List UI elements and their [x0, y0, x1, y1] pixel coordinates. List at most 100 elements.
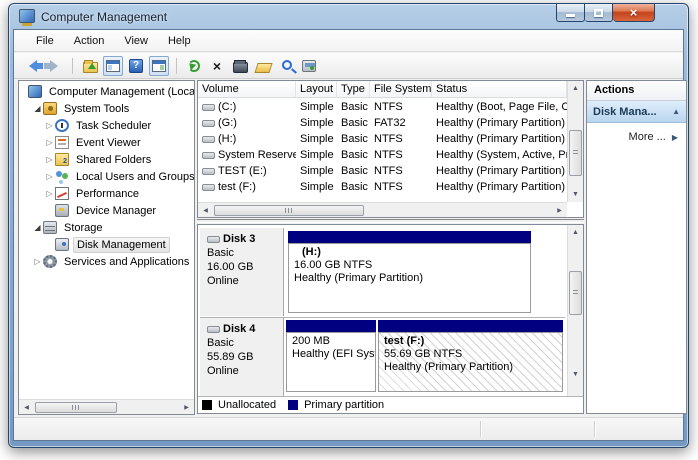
tree-item-computer-management[interactable]: Computer Management (Local): [28, 83, 195, 100]
tree-item-event-viewer[interactable]: ▷ Event Viewer: [44, 134, 144, 151]
tree-item-services-and-applications[interactable]: ▷ Services and Applications: [32, 253, 192, 270]
column-header-layout[interactable]: Layout: [296, 81, 337, 97]
computer-icon: [28, 85, 42, 98]
expander-collapsed-icon[interactable]: ▷: [44, 121, 55, 130]
volume-row-g[interactable]: (G:) Simple Basic FAT32 Healthy (Primary…: [198, 115, 567, 131]
disk-vscroll-thumb[interactable]: [569, 271, 582, 315]
tree-hscroll-thumb[interactable]: [35, 402, 117, 413]
column-header-status[interactable]: Status: [432, 81, 567, 97]
up-one-level-icon: [83, 62, 98, 73]
expander-expanded-icon[interactable]: ◢: [32, 104, 43, 113]
tree-item-shared-folders[interactable]: ▷ Shared Folders: [44, 151, 154, 168]
tree-item-system-tools[interactable]: ◢ System Tools: [32, 100, 132, 117]
refresh-button[interactable]: [184, 56, 204, 76]
expander-collapsed-icon[interactable]: ▷: [44, 172, 55, 181]
volume-row-test-e[interactable]: TEST (E:) Simple Basic NTFS Healthy (Pri…: [198, 163, 567, 179]
menu-view[interactable]: View: [114, 32, 158, 50]
title-bar[interactable]: Computer Management ×: [9, 4, 688, 30]
minimize-button[interactable]: [556, 4, 585, 22]
partition-efi[interactable]: 200 MB Healthy (EFI System Partition): [286, 320, 376, 392]
tree-item-local-users-and-groups[interactable]: ▷ Local Users and Groups: [44, 168, 195, 185]
find-button[interactable]: [276, 56, 296, 76]
status-divider: [480, 421, 481, 437]
magnifier-icon: [282, 60, 292, 70]
back-button[interactable]: [22, 56, 42, 76]
expander-collapsed-icon[interactable]: ▷: [44, 138, 55, 147]
status-bar: [14, 417, 683, 440]
disk-3-state: Online: [207, 275, 283, 287]
disk-4-label[interactable]: Disk 4 Basic 55.89 GB Online: [200, 318, 284, 396]
forward-button[interactable]: [45, 56, 65, 76]
partition-health: Healthy (Primary Partition): [294, 272, 530, 285]
rescan-disks-button[interactable]: [299, 56, 319, 76]
menu-action[interactable]: Action: [64, 32, 115, 50]
properties-icon: [233, 62, 248, 73]
disk-3-label[interactable]: Disk 3 Basic 16.00 GB Online: [200, 228, 284, 316]
disk-4-kind: Basic: [207, 337, 283, 349]
volume-hscroll-thumb[interactable]: [214, 205, 364, 216]
scroll-down-icon[interactable]: ▼: [568, 187, 583, 202]
volume-vscroll-thumb[interactable]: [569, 130, 582, 176]
close-button[interactable]: ×: [613, 4, 655, 22]
menu-help[interactable]: Help: [158, 32, 201, 50]
drive-icon: [202, 136, 215, 143]
tree-item-task-scheduler[interactable]: ▷ Task Scheduler: [44, 117, 154, 134]
expander-collapsed-icon[interactable]: ▷: [44, 155, 55, 164]
disk-management-actions-group[interactable]: Disk Mana... ▲: [587, 101, 686, 123]
tree-horizontal-scrollbar[interactable]: ◀ ▶: [19, 399, 194, 414]
open-button[interactable]: [253, 56, 273, 76]
column-header-volume[interactable]: Volume: [198, 81, 296, 97]
primary-partition-bar: [288, 231, 531, 243]
tree-item-performance[interactable]: ▷ Performance: [44, 185, 142, 202]
partition-test-f-selected[interactable]: test (F:) 55.69 GB NTFS Healthy (Primary…: [378, 320, 563, 392]
scroll-up-icon[interactable]: ▲: [568, 225, 583, 240]
disk-4-size: 55.89 GB: [207, 351, 283, 363]
delete-button[interactable]: ×: [207, 56, 227, 76]
more-actions-item[interactable]: More ... ▶: [587, 123, 686, 143]
up-one-level-button[interactable]: [80, 56, 100, 76]
column-header-type[interactable]: Type: [337, 81, 370, 97]
volume-row-h[interactable]: (H:) Simple Basic NTFS Healthy (Primary …: [198, 131, 567, 147]
unallocated-swatch: [202, 400, 212, 410]
scroll-left-icon[interactable]: ◀: [198, 203, 213, 218]
tree-item-device-manager[interactable]: Device Manager: [55, 202, 159, 219]
scroll-up-icon[interactable]: ▲: [568, 81, 583, 96]
volume-row-system-reserved[interactable]: System Reserved Simple Basic NTFS Health…: [198, 147, 567, 163]
volume-row-c[interactable]: (C:) Simple Basic NTFS Healthy (Boot, Pa…: [198, 99, 567, 115]
disk-pane-vertical-scrollbar[interactable]: ▲ ▼: [567, 225, 583, 396]
expander-collapsed-icon[interactable]: ▷: [32, 257, 43, 266]
scroll-down-icon[interactable]: ▼: [568, 367, 583, 382]
users-icon: [55, 170, 69, 183]
help-button[interactable]: ?: [126, 56, 146, 76]
partition-h[interactable]: (H:) 16.00 GB NTFS Healthy (Primary Part…: [288, 231, 531, 313]
pane-splitter[interactable]: [197, 219, 584, 223]
help-icon: ?: [129, 59, 143, 73]
disk-3-size: 16.00 GB: [207, 261, 283, 273]
rescan-disks-icon: [302, 60, 316, 72]
system-tools-icon: [43, 102, 57, 115]
tree-item-disk-management[interactable]: Disk Management: [55, 236, 170, 253]
drive-icon: [202, 168, 215, 175]
tree-item-storage[interactable]: ◢ Storage: [32, 219, 106, 236]
column-header-file-system[interactable]: File System: [370, 81, 432, 97]
show-console-tree-button[interactable]: [103, 56, 123, 76]
expander-collapsed-icon[interactable]: ▷: [44, 189, 55, 198]
close-icon: ×: [630, 6, 638, 20]
scroll-right-icon[interactable]: ▶: [179, 400, 194, 415]
volume-list-horizontal-scrollbar[interactable]: ◀ ▶: [198, 202, 567, 217]
action-pane-icon: [152, 60, 166, 72]
properties-button[interactable]: [230, 56, 250, 76]
collapse-icon[interactable]: ▲: [672, 107, 680, 116]
scroll-right-icon[interactable]: ▶: [552, 203, 567, 218]
show-action-pane-button[interactable]: [149, 56, 169, 76]
maximize-button[interactable]: [585, 4, 613, 22]
performance-icon: [55, 187, 69, 200]
volume-row-test-f[interactable]: test (F:) Simple Basic NTFS Healthy (Pri…: [198, 179, 567, 195]
more-arrow-icon: ▶: [672, 133, 678, 142]
forward-icon: [50, 60, 64, 72]
expander-expanded-icon[interactable]: ◢: [32, 223, 43, 232]
menu-file[interactable]: File: [26, 32, 64, 50]
volume-list-vertical-scrollbar[interactable]: ▲ ▼: [567, 81, 583, 202]
volume-list-header: Volume Layout Type File System Status: [198, 81, 567, 98]
scroll-left-icon[interactable]: ◀: [19, 400, 34, 415]
